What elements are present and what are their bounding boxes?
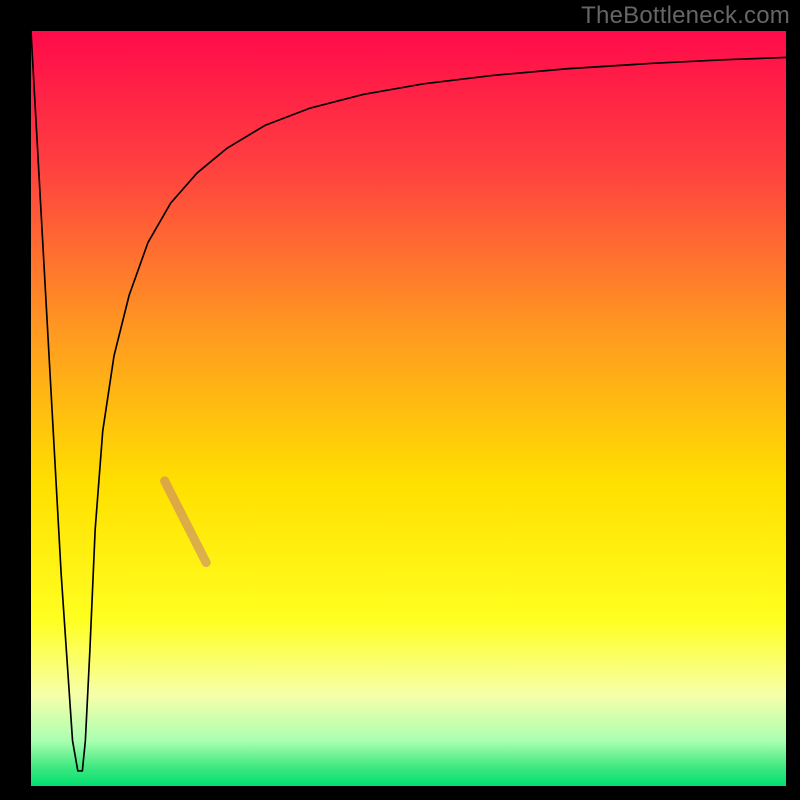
plot-area [31,31,786,786]
chart-container: TheBottleneck.com [0,0,800,800]
plot-svg [31,31,786,786]
watermark-text: TheBottleneck.com [581,2,790,30]
gradient-background [31,31,786,786]
